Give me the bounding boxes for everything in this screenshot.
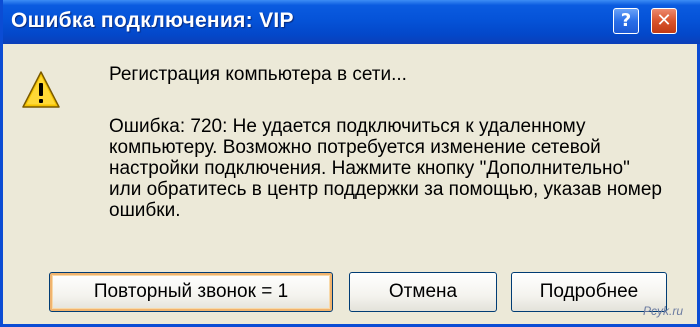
error-line: настройки подключения. Нажмите кнопку "Д… [109,158,630,179]
title-bar[interactable]: Ошибка подключения: VIP ? ✕ [3,0,700,44]
error-line: компьютеру. Возможно потребуется изменен… [109,137,601,158]
help-button[interactable]: ? [613,8,639,34]
close-button[interactable]: ✕ [651,8,677,34]
error-line: Ошибка: 720: Не удается подключиться к у… [109,116,586,137]
error-line: или обратитесь в центр поддержки за помо… [109,179,662,200]
close-icon: ✕ [656,10,672,31]
window-title: Ошибка подключения: VIP [11,9,294,32]
error-message: Ошибка: 720: Не удается подключиться к у… [109,116,669,221]
error-line: ошибки. [109,200,181,221]
status-text: Регистрация компьютера в сети... [109,64,407,85]
help-icon: ? [620,10,632,31]
cancel-button[interactable]: Отмена [349,272,497,312]
warning-icon [22,71,60,108]
error-dialog: Ошибка подключения: VIP ? ✕ Регистрация … [0,0,700,327]
watermark-text: Pcyk.ru [643,304,684,318]
redial-button[interactable]: Повторный звонок = 1 [49,272,333,312]
